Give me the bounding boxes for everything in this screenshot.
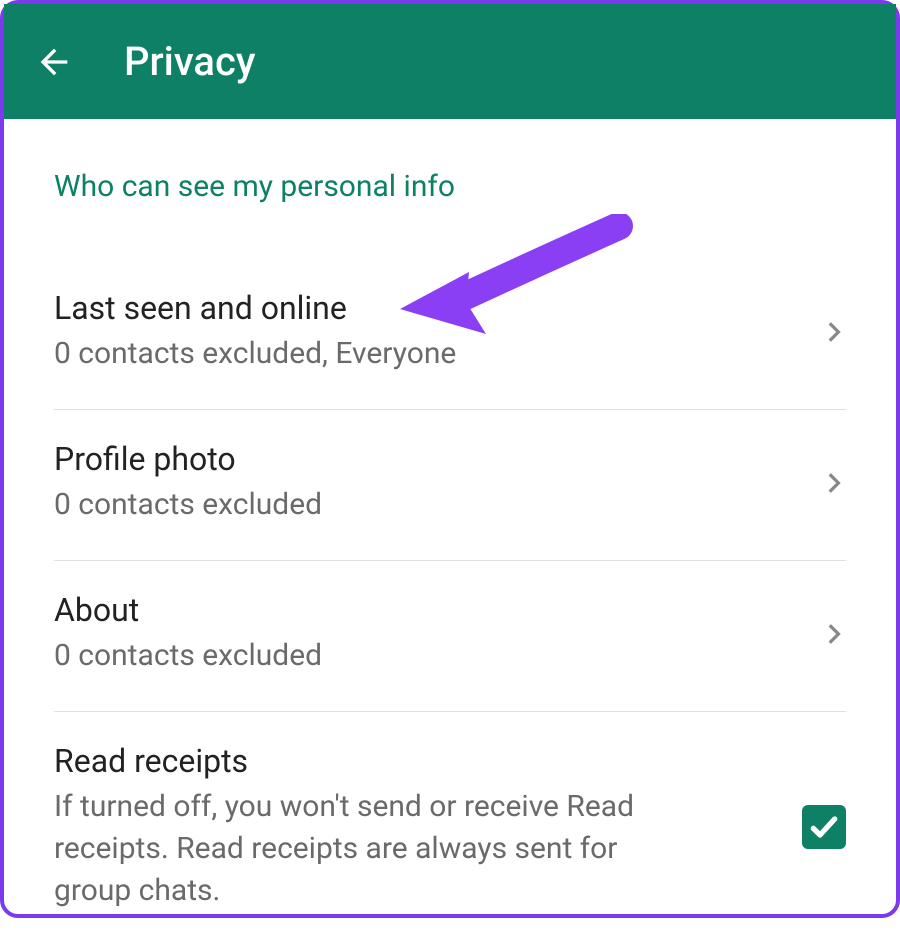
setting-title: Read receipts: [54, 742, 782, 780]
setting-about[interactable]: About 0 contacts excluded: [54, 561, 846, 712]
chevron-right-icon: [820, 621, 846, 647]
setting-profile-photo[interactable]: Profile photo 0 contacts excluded: [54, 410, 846, 561]
chevron-right-icon: [820, 319, 846, 345]
settings-content: Who can see my personal info Last seen a…: [4, 119, 896, 946]
setting-subtitle: 0 contacts excluded: [54, 635, 800, 677]
read-receipts-checkbox[interactable]: [802, 805, 846, 849]
setting-text: Read receipts If turned off, you won't s…: [54, 742, 782, 912]
setting-subtitle: 0 contacts excluded, Everyone: [54, 333, 800, 375]
setting-read-receipts[interactable]: Read receipts If turned off, you won't s…: [54, 712, 846, 946]
setting-subtitle: 0 contacts excluded: [54, 484, 800, 526]
setting-text: Last seen and online 0 contacts excluded…: [54, 289, 800, 375]
page-title: Privacy: [124, 38, 255, 85]
check-icon: [808, 811, 840, 843]
setting-title: Profile photo: [54, 440, 800, 478]
setting-subtitle: If turned off, you won't send or receive…: [54, 786, 674, 912]
arrow-left-icon: [34, 42, 74, 82]
setting-last-seen[interactable]: Last seen and online 0 contacts excluded…: [54, 259, 846, 410]
setting-title: Last seen and online: [54, 289, 800, 327]
setting-text: Profile photo 0 contacts excluded: [54, 440, 800, 526]
chevron-right-icon: [820, 470, 846, 496]
setting-text: About 0 contacts excluded: [54, 591, 800, 677]
app-header: Privacy: [4, 4, 896, 119]
setting-title: About: [54, 591, 800, 629]
back-button[interactable]: [34, 42, 74, 82]
section-heading: Who can see my personal info: [54, 169, 846, 204]
